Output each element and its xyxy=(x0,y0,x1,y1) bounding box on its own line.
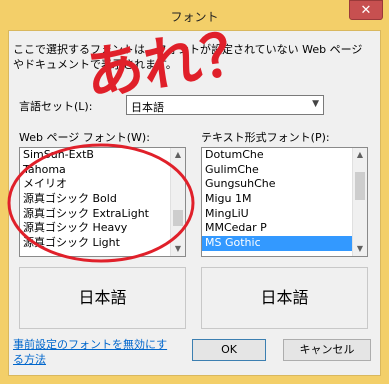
list-item[interactable]: 源真ゴシック ExtraLight xyxy=(20,207,185,222)
chevron-down-icon[interactable]: ▼ xyxy=(312,99,319,109)
scroll-thumb[interactable] xyxy=(355,172,365,200)
list-item[interactable]: 源真ゴシック Heavy xyxy=(20,221,185,236)
language-label: 言語セット(L): xyxy=(19,100,93,113)
language-value: 日本語 xyxy=(131,101,164,114)
disable-fonts-help-link[interactable]: 事前設定のフォントを無効にする方法 xyxy=(13,337,173,367)
title-bar[interactable]: フォント ✕ xyxy=(0,0,389,30)
language-select[interactable]: 日本語 ▼ xyxy=(126,95,324,115)
description-text: ここで選択するフォントは、フォントが設定されていない Web ページやドキュメン… xyxy=(13,43,363,71)
list-item[interactable]: MMCedar P xyxy=(202,221,367,236)
list-item[interactable]: GulimChe xyxy=(202,163,367,178)
web-fonts-listbox[interactable]: SimSun-ExtB Tahoma メイリオ 源真ゴシック Bold 源真ゴシ… xyxy=(19,147,186,257)
text-fonts-label: テキスト形式フォント(P): xyxy=(201,131,330,144)
list-item[interactable]: Migu 1M xyxy=(202,192,367,207)
scroll-thumb[interactable] xyxy=(173,210,183,226)
window-title: フォント xyxy=(170,10,219,24)
list-item[interactable]: SimSun-ExtB xyxy=(20,148,185,163)
font-dialog: フォント ✕ ここで選択するフォントは、フォントが設定されていない Web ペー… xyxy=(0,0,389,384)
text-font-preview: 日本語 xyxy=(201,267,368,329)
list-item[interactable]: DotumChe xyxy=(202,148,367,163)
close-button[interactable]: ✕ xyxy=(349,0,383,20)
web-fonts-scrollbar[interactable]: ▲ ▼ xyxy=(170,148,185,256)
list-item[interactable]: GungsuhChe xyxy=(202,177,367,192)
web-fonts-label: Web ページ フォント(W): xyxy=(19,131,150,144)
ok-button[interactable]: OK xyxy=(192,339,266,361)
list-item[interactable]: 源真ゴシック Light xyxy=(20,236,185,251)
list-item-selected[interactable]: MS Gothic xyxy=(202,236,367,251)
web-font-preview: 日本語 xyxy=(19,267,186,329)
cancel-button[interactable]: キャンセル xyxy=(283,339,371,361)
scroll-down-icon[interactable]: ▼ xyxy=(353,242,367,256)
list-item[interactable]: メイリオ xyxy=(20,177,185,192)
list-item[interactable]: 源真ゴシック Bold xyxy=(20,192,185,207)
list-item[interactable]: MingLiU xyxy=(202,207,367,222)
list-item[interactable]: Tahoma xyxy=(20,163,185,178)
text-fonts-listbox[interactable]: DotumChe GulimChe GungsuhChe Migu 1M Min… xyxy=(201,147,368,257)
scroll-up-icon[interactable]: ▲ xyxy=(353,148,367,162)
text-fonts-scrollbar[interactable]: ▲ ▼ xyxy=(352,148,367,256)
scroll-down-icon[interactable]: ▼ xyxy=(171,242,185,256)
scroll-up-icon[interactable]: ▲ xyxy=(171,148,185,162)
